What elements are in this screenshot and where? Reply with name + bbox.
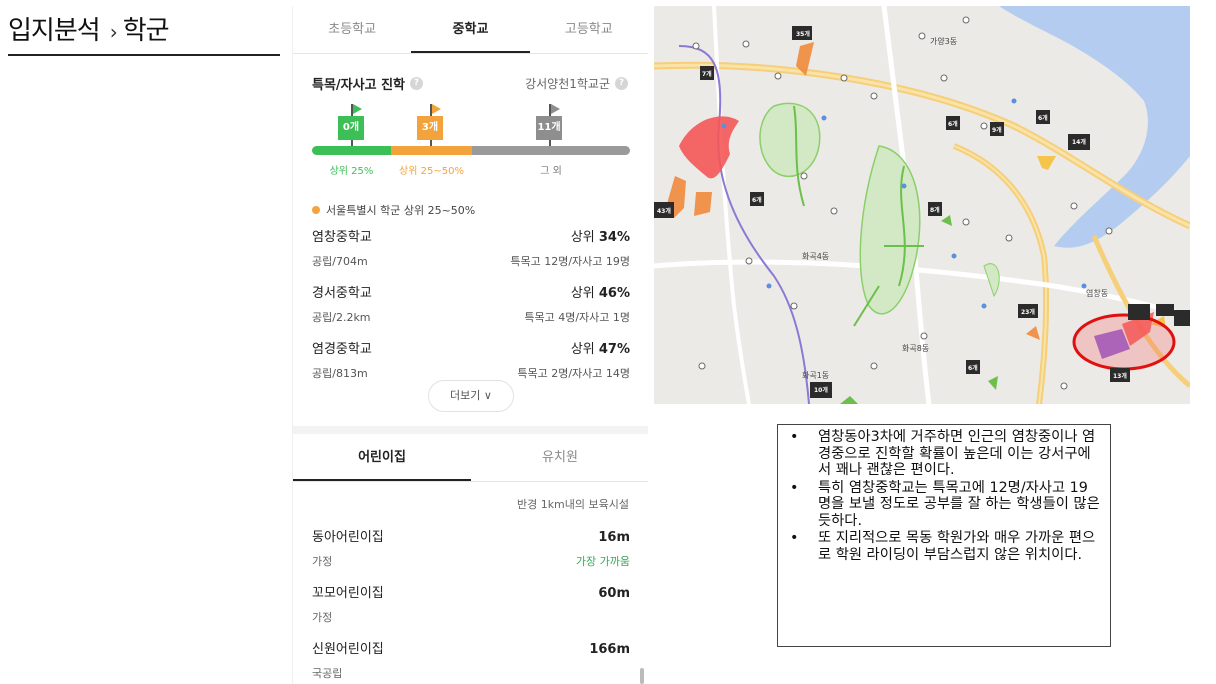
page-title: 입지분석 › 학군	[8, 10, 280, 56]
radius-label: 반경 1km내의 보육시설	[516, 498, 629, 511]
flag-count: 3개	[417, 116, 443, 140]
tab-kindergarten[interactable]: 유치원	[471, 434, 648, 481]
list-item[interactable]: 꼬모어린이집 60m 가정	[312, 582, 630, 638]
help-icon[interactable]: ?	[615, 76, 628, 90]
daycare-list: 동아어린이집 16m 가정 가장 가까움 꼬모어린이집 60m 가정 신원어린이집 16…	[312, 526, 630, 684]
school-name: 염창중학교	[312, 230, 372, 245]
flag-row: 0개 3개 11개	[293, 94, 648, 166]
school-result: 특목고 2명/자사고 14명	[517, 367, 630, 380]
region-note: 서울특별시 학군 상위 25~50%	[312, 202, 475, 218]
badge-label: 8개	[930, 206, 940, 214]
rank-value: 34%	[598, 230, 630, 245]
daycare-name: 동아어린이집	[312, 530, 384, 545]
tab-high[interactable]: 고등학교	[530, 6, 648, 53]
bar-label-top50: 상위 25~50%	[399, 166, 464, 177]
map-area-label: 화곡1동	[802, 371, 829, 380]
orange-dot-icon	[312, 206, 320, 214]
school-tabs: 초등학교 중학교 고등학교	[293, 6, 648, 54]
highlight-circle	[1072, 313, 1176, 371]
badge-label: 7개	[702, 70, 712, 78]
daycare-name: 신원어린이집	[312, 642, 384, 657]
note-item: 염창동아3차에 거주하면 인근의 염창중이나 염경중으로 진학할 확률이 높은데…	[786, 429, 1100, 479]
daycare-distance: 166m	[589, 642, 630, 657]
flag-count: 0개	[338, 116, 364, 140]
school-sub: 공립/2.2km	[312, 311, 371, 324]
scrollbar[interactable]	[640, 668, 644, 684]
tab-daycare[interactable]: 어린이집	[293, 434, 471, 481]
title-sub: 학군	[122, 16, 170, 46]
daycare-name: 꼬모어린이집	[312, 586, 384, 601]
care-tabs: 어린이집 유치원	[293, 434, 648, 482]
school-name: 경서중학교	[312, 286, 372, 301]
badge-label: 6개	[752, 196, 762, 204]
daycare-type: 가정	[312, 611, 333, 624]
list-item[interactable]: 동아어린이집 16m 가정 가장 가까움	[312, 526, 630, 582]
badge-label: 13개	[1113, 372, 1127, 380]
school-panel: 초등학교 중학교 고등학교 특목/자사고 진학? 강서양천1학교군? 0개 3개…	[292, 6, 648, 684]
special-heading: 특목/자사고 진학	[312, 77, 405, 93]
daycare-type: 가정	[312, 555, 333, 568]
list-item[interactable]: 염창중학교 상위 34% 공립/704m 특목고 12명/자사고 19명	[312, 226, 630, 282]
bar-top25	[312, 146, 391, 155]
special-header: 특목/자사고 진학? 강서양천1학교군?	[293, 54, 648, 94]
region-note-text: 서울특별시 학군 상위 25~50%	[326, 204, 476, 217]
bar-label-top25: 상위 25%	[329, 166, 374, 177]
bar-labels: 상위 25% 상위 25~50% 그 외	[312, 162, 630, 177]
rank-prefix: 상위	[570, 230, 599, 245]
help-icon[interactable]: ?	[410, 76, 423, 90]
daycare-distance: 16m	[598, 530, 630, 545]
list-item[interactable]: 신원어린이집 166m 국공립	[312, 638, 630, 684]
badge-label: 14개	[1072, 138, 1086, 146]
school-list: 염창중학교 상위 34% 공립/704m 특목고 12명/자사고 19명 경서중…	[312, 226, 630, 394]
notes-list: 염창동아3차에 거주하면 인근의 염창중이나 염경중으로 진학할 확률이 높은데…	[786, 429, 1100, 563]
badge-label: 6개	[968, 364, 978, 372]
daycare-distance: 60m	[598, 586, 630, 601]
badge-label: 23개	[1021, 308, 1035, 316]
notes-box: 염창동아3차에 거주하면 인근의 염창중이나 염경중으로 진학할 확률이 높은데…	[777, 424, 1111, 647]
district-label: 강서양천1학교군	[525, 76, 610, 91]
map-area-label: 염창동	[1086, 289, 1108, 298]
badge-label: 10개	[814, 386, 828, 394]
map-area-label: 화곡4동	[802, 252, 829, 261]
rank-prefix: 상위	[570, 286, 599, 301]
rank-prefix: 상위	[570, 342, 599, 357]
chevron-right-icon: ›	[109, 20, 118, 44]
school-result: 특목고 4명/자사고 1명	[524, 311, 630, 324]
section-divider	[293, 426, 648, 434]
percentile-bar	[312, 146, 630, 155]
page: 입지분석 › 학군 초등학교 중학교 고등학교 특목/자사고 진학? 강서양천1학교…	[0, 0, 1216, 684]
map-view[interactable]: 가양3동 화곡8동 화곡1동 염창동 화곡4동 35개 7개 6개 6개 9개 …	[654, 6, 1190, 404]
school-name: 염경중학교	[312, 342, 372, 357]
bar-label-other: 그 외	[540, 166, 562, 177]
note-item: 또 지리적으로 목동 학원가와 매우 가까운 편으로 학원 라이딩이 부담스럽지…	[786, 530, 1100, 563]
map-area-label: 화곡8동	[902, 344, 929, 353]
list-item[interactable]: 경서중학교 상위 46% 공립/2.2km 특목고 4명/자사고 1명	[312, 282, 630, 338]
map-area-label: 가양3동	[930, 37, 957, 46]
title-main: 입지분석	[8, 16, 101, 46]
school-sub: 공립/704m	[312, 255, 368, 268]
map-canvas: 가양3동 화곡8동 화곡1동 염창동 화곡4동 35개 7개 6개 6개 9개 …	[654, 6, 1190, 404]
badge-label: 6개	[948, 120, 958, 128]
tab-elementary[interactable]: 초등학교	[293, 6, 411, 53]
nearest-badge: 가장 가까움	[575, 555, 630, 568]
badge-label: 43개	[657, 207, 671, 215]
badge-label: 9개	[992, 126, 1002, 134]
daycare-type: 국공립	[312, 667, 343, 680]
bar-other	[472, 146, 630, 155]
rank-value: 46%	[598, 286, 630, 301]
flag-count: 11개	[536, 116, 562, 140]
bar-top50	[391, 146, 472, 155]
school-sub: 공립/813m	[312, 367, 368, 380]
tab-middle[interactable]: 중학교	[411, 6, 530, 53]
more-button[interactable]: 더보기 ∨	[428, 380, 514, 412]
rank-value: 47%	[598, 342, 630, 357]
school-result: 특목고 12명/자사고 19명	[510, 255, 630, 268]
badge-label: 6개	[1038, 114, 1048, 122]
apartment-marker[interactable]	[1128, 304, 1150, 320]
note-item: 특히 염창중학교는 특목고에 12명/자사고 19명을 보낼 정도로 공부를 잘…	[786, 480, 1100, 530]
badge-label: 35개	[796, 30, 810, 38]
